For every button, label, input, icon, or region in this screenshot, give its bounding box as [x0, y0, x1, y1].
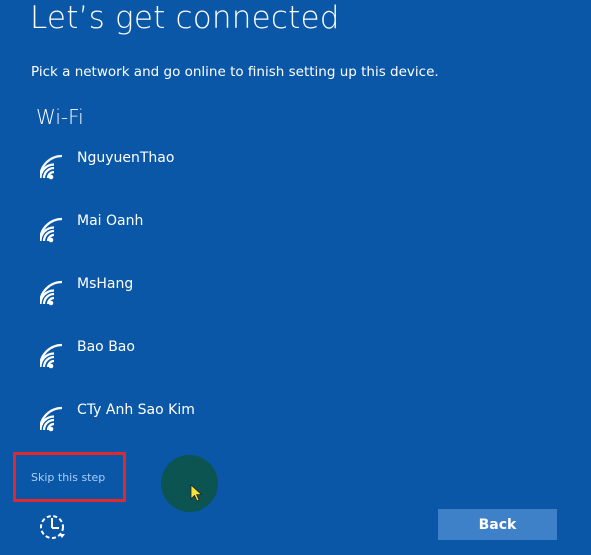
wifi-signal-icon	[40, 280, 63, 306]
network-name: CTy Anh Sao Kim	[77, 402, 195, 418]
mouse-pointer-icon	[190, 484, 203, 502]
wifi-signal-icon	[40, 217, 63, 243]
skip-this-step-link[interactable]: Skip this step	[31, 471, 105, 484]
wifi-signal-icon	[40, 406, 63, 432]
back-button[interactable]: Back	[438, 509, 557, 540]
network-item[interactable]: MsHang	[40, 273, 340, 336]
wifi-signal-icon	[40, 343, 63, 369]
wifi-signal-icon	[40, 154, 63, 180]
page-title: Let’s get connected	[30, 0, 340, 36]
network-list: NguyuenThao Mai Oanh MsHang Bao Bao CTy …	[40, 147, 340, 462]
network-item[interactable]: Mai Oanh	[40, 210, 340, 273]
network-name: NguyuenThao	[77, 150, 175, 166]
network-name: MsHang	[77, 276, 134, 292]
network-item[interactable]: Bao Bao	[40, 336, 340, 399]
wifi-section-label: Wi-Fi	[36, 105, 84, 129]
network-name: Bao Bao	[77, 339, 135, 355]
page-subtitle: Pick a network and go online to finish s…	[31, 64, 439, 80]
ease-of-access-icon[interactable]	[38, 512, 72, 546]
network-name: Mai Oanh	[77, 213, 144, 229]
network-item[interactable]: NguyuenThao	[40, 147, 340, 210]
